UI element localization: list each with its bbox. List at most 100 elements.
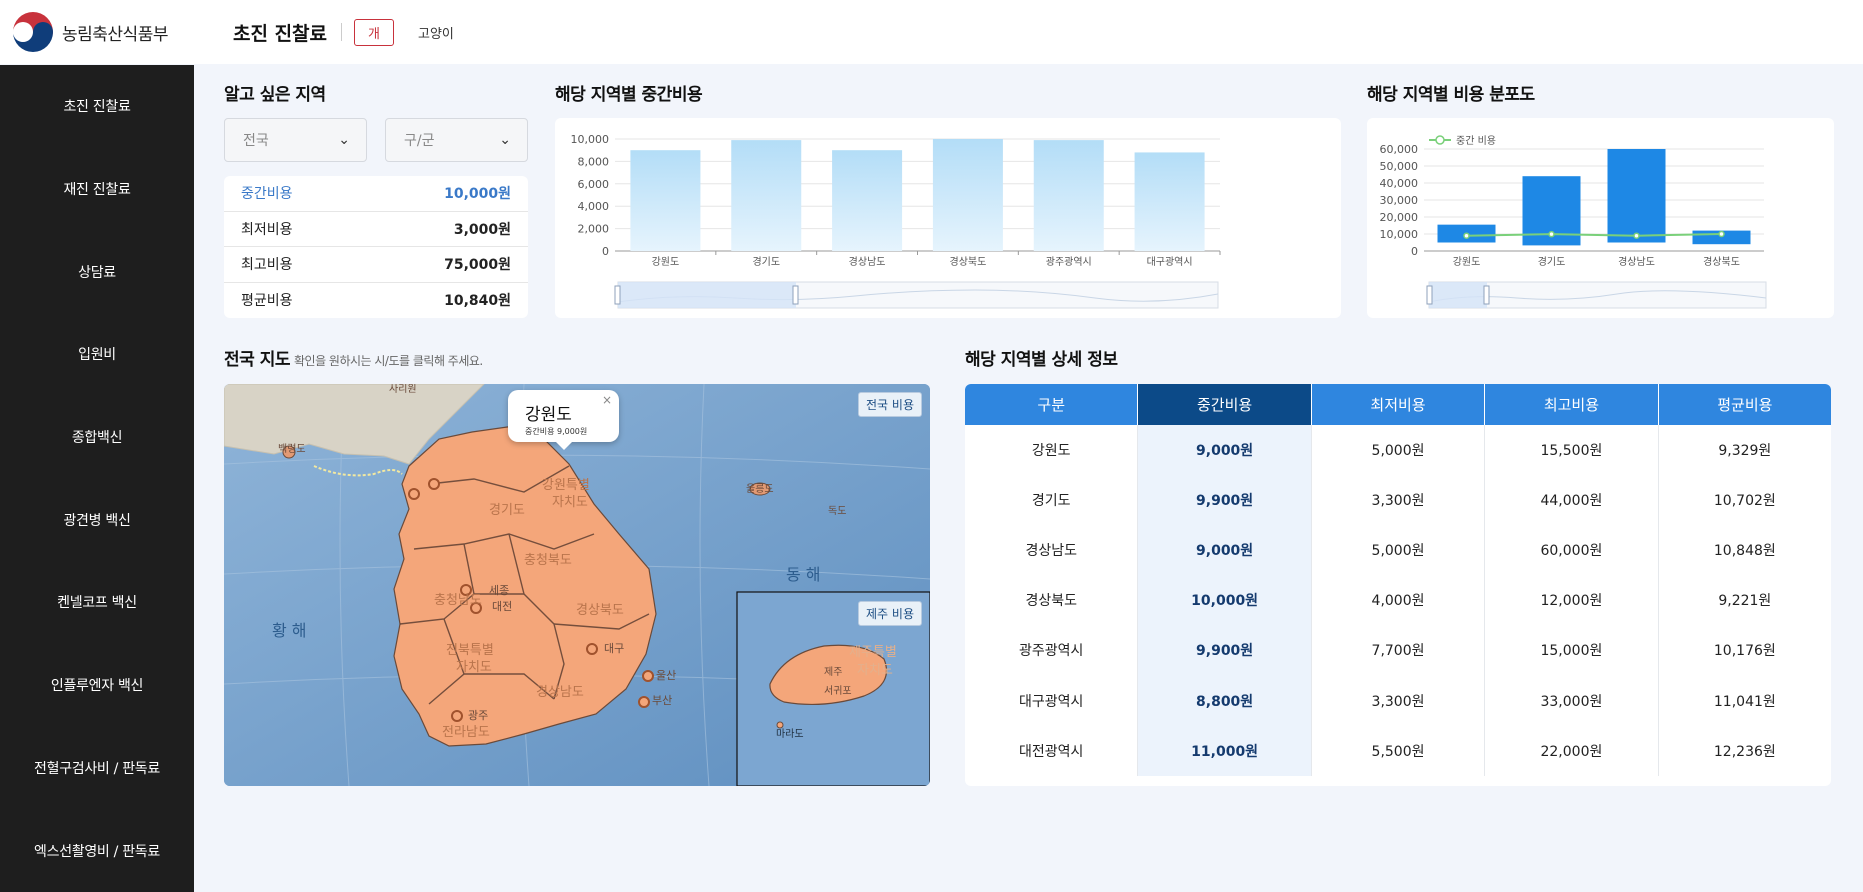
map-label: 서귀포 xyxy=(824,685,852,697)
cost-label: 최고비용 xyxy=(241,257,293,274)
col-header-avg[interactable]: 평균비용 xyxy=(1658,384,1831,425)
bar xyxy=(1134,152,1205,251)
nation-cost-button[interactable]: 전국 비용 xyxy=(858,392,922,417)
zoom-slider-handle xyxy=(1426,285,1433,305)
table-cell: 10,000원 xyxy=(1138,575,1312,626)
map-label: 제주특별 xyxy=(849,645,897,660)
cost-row-avg: 평균비용 10,840원 xyxy=(224,283,528,319)
sidebar-item-consult[interactable]: 상담료 xyxy=(0,230,194,313)
y-tick-label: 8,000 xyxy=(578,155,610,168)
table-row[interactable]: 강원도 9,000원 5,000원 15,500원 9,329원 xyxy=(965,425,1831,476)
bar xyxy=(932,139,1003,251)
logo[interactable]: 농림축산식품부 xyxy=(12,11,212,53)
y-tick-label: 6,000 xyxy=(578,178,610,191)
map-label: 대전 xyxy=(492,600,512,613)
table-body: 강원도 9,000원 5,000원 15,500원 9,329원 경기도 9,900원 3,3… xyxy=(965,425,1831,776)
x-tick-label: 경기도 xyxy=(1538,255,1566,268)
col-header-median[interactable]: 중간비용 xyxy=(1138,384,1312,425)
median-point xyxy=(1463,232,1470,239)
table-cell: 7,700원 xyxy=(1312,625,1486,676)
table-cell: 12,236원 xyxy=(1713,743,1776,760)
y-tick-label: 20,000 xyxy=(1380,211,1419,224)
col-header-min[interactable]: 최저비용 xyxy=(1311,384,1486,425)
median-chart-title: 해당 지역별 중간비용 xyxy=(555,85,703,105)
top-header: 농림축산식품부 초진 진찰료 개 고양이 xyxy=(0,0,1863,64)
map-label: 세종 xyxy=(489,584,509,597)
dist-chart-card: 0 10,000 20,000 30,000 40,000 50,000 60,000 강원도… xyxy=(1367,118,1834,318)
y-tick-label: 30,000 xyxy=(1380,194,1419,207)
bar xyxy=(630,150,701,251)
map-label: 강원특별 xyxy=(542,478,590,493)
median-point xyxy=(1633,232,1640,239)
table-row[interactable]: 경기도 9,900원 3,300원 44,000원 10,702원 xyxy=(965,475,1831,526)
bar xyxy=(1033,140,1104,251)
map-title-text: 전국 지도 xyxy=(224,350,290,370)
table-cell: 12,000원 xyxy=(1485,575,1659,626)
map-label: 충청남도 xyxy=(434,593,482,608)
detail-table: 구분 중간비용 최저비용 최고비용 평균비용 강원도 9,000원 5,000원 15… xyxy=(965,384,1831,786)
chevron-down-icon: ⌄ xyxy=(338,132,350,148)
sea-label-west: 황 해 xyxy=(272,621,307,640)
x-tick-label: 강원도 xyxy=(652,256,680,268)
sidebar-item-influenza-vaccine[interactable]: 인플루엔자 백신 xyxy=(0,644,194,727)
map-label: 자치도 xyxy=(456,660,492,675)
map-label: 자치도 xyxy=(552,495,588,510)
y-tick-label: 10,000 xyxy=(1380,228,1419,241)
sidebar-item-cbc-test[interactable]: 전혈구검사비 / 판독료 xyxy=(0,727,194,810)
col-header-region[interactable]: 구분 xyxy=(965,384,1139,425)
table-row[interactable]: 대전광역시 11,000원 5,500원 22,000원 12,236원 xyxy=(965,725,1831,776)
sidebar-item-rabies-vaccine[interactable]: 광견병 백신 xyxy=(0,478,194,561)
table-row[interactable]: 경상남도 9,000원 5,000원 60,000원 10,848원 xyxy=(965,525,1831,576)
map-label: 경기도 xyxy=(489,503,525,518)
col-header-max[interactable]: 최고비용 xyxy=(1485,384,1659,425)
gugun-select-value: 구/군 xyxy=(404,133,435,149)
cost-row-median: 중간비용 10,000원 xyxy=(224,176,528,212)
cost-label: 평균비용 xyxy=(241,293,293,310)
page-title: 초진 진찰료 xyxy=(233,22,328,45)
table-row[interactable]: 광주광역시 9,900원 7,700원 15,000원 10,176원 xyxy=(965,625,1831,676)
chevron-down-icon: ⌄ xyxy=(499,132,511,148)
map-label: 전라남도 xyxy=(442,725,490,740)
table-cell: 5,000원 xyxy=(1312,525,1486,576)
bar xyxy=(832,150,903,251)
map-title: 전국 지도 확인을 원하시는 시/도를 클릭해 주세요. xyxy=(224,345,483,370)
gugun-select[interactable]: 구/군 ⌄ xyxy=(385,118,528,162)
popup-title: 강원도 xyxy=(525,405,572,425)
x-tick-label: 경상남도 xyxy=(849,255,886,268)
map-label: 부산 xyxy=(652,694,672,707)
map-label: 경상북도 xyxy=(576,603,624,618)
table-cell: 8,800원 xyxy=(1138,675,1312,726)
sidebar-item-revisit[interactable]: 재진 진찰료 xyxy=(0,148,194,231)
sidebar-item-kennel-cough-vaccine[interactable]: 켄넬코프 백신 xyxy=(0,561,194,644)
sidebar-item-first-visit[interactable]: 초진 진찰료 xyxy=(0,65,194,148)
table-cell: 9,329원 xyxy=(1718,443,1772,460)
sidebar-item-combo-vaccine[interactable]: 종합백신 xyxy=(0,396,194,479)
cost-value: 10,000원 xyxy=(444,186,511,203)
median-point xyxy=(1718,230,1725,238)
sidebar-item-xray[interactable]: 엑스선촬영비 / 판독료 xyxy=(0,809,194,892)
tab-cat[interactable]: 고양이 xyxy=(403,18,468,46)
map-label: 독도 xyxy=(828,505,846,517)
median-bar-chart: 0 2,000 4,000 6,000 8,000 10,000 강원도 경기도 경상남도 경상북… xyxy=(571,133,1221,309)
sido-select[interactable]: 전국 ⌄ xyxy=(224,118,367,162)
y-tick-label: 4,000 xyxy=(578,200,610,213)
korea-map[interactable]: 강원특별 자치도 경기도 충청북도 세종 대전 충청남도 경상북도 대구 울산 … xyxy=(224,384,930,786)
map-label: 마라도 xyxy=(776,728,804,740)
region-popup: 강원도 중간비용 9,000원 × xyxy=(508,390,619,450)
median-line xyxy=(1466,233,1722,237)
jeju-cost-button[interactable]: 제주 비용 xyxy=(858,601,922,626)
tab-dog[interactable]: 개 xyxy=(354,18,394,46)
table-cell: 대전광역시 xyxy=(965,725,1139,776)
y-tick-label: 10,000 xyxy=(571,133,610,146)
sidebar-item-hospitalization[interactable]: 입원비 xyxy=(0,313,194,396)
table-row[interactable]: 대구광역시 8,800원 3,300원 33,000원 11,041원 xyxy=(965,675,1831,726)
x-tick-label: 경기도 xyxy=(752,255,780,268)
table-cell: 11,000원 xyxy=(1138,725,1312,776)
table-cell: 5,000원 xyxy=(1312,425,1486,476)
zoom-slider-window xyxy=(618,282,796,308)
table-row[interactable]: 경상북도 10,000원 4,000원 12,000원 9,221원 xyxy=(965,575,1831,626)
map-label: 충청북도 xyxy=(524,553,572,568)
close-icon[interactable]: × xyxy=(602,393,612,407)
dist-chart-title: 해당 지역별 비용 분포도 xyxy=(1367,85,1535,105)
cost-label: 중간비용 xyxy=(241,186,293,203)
